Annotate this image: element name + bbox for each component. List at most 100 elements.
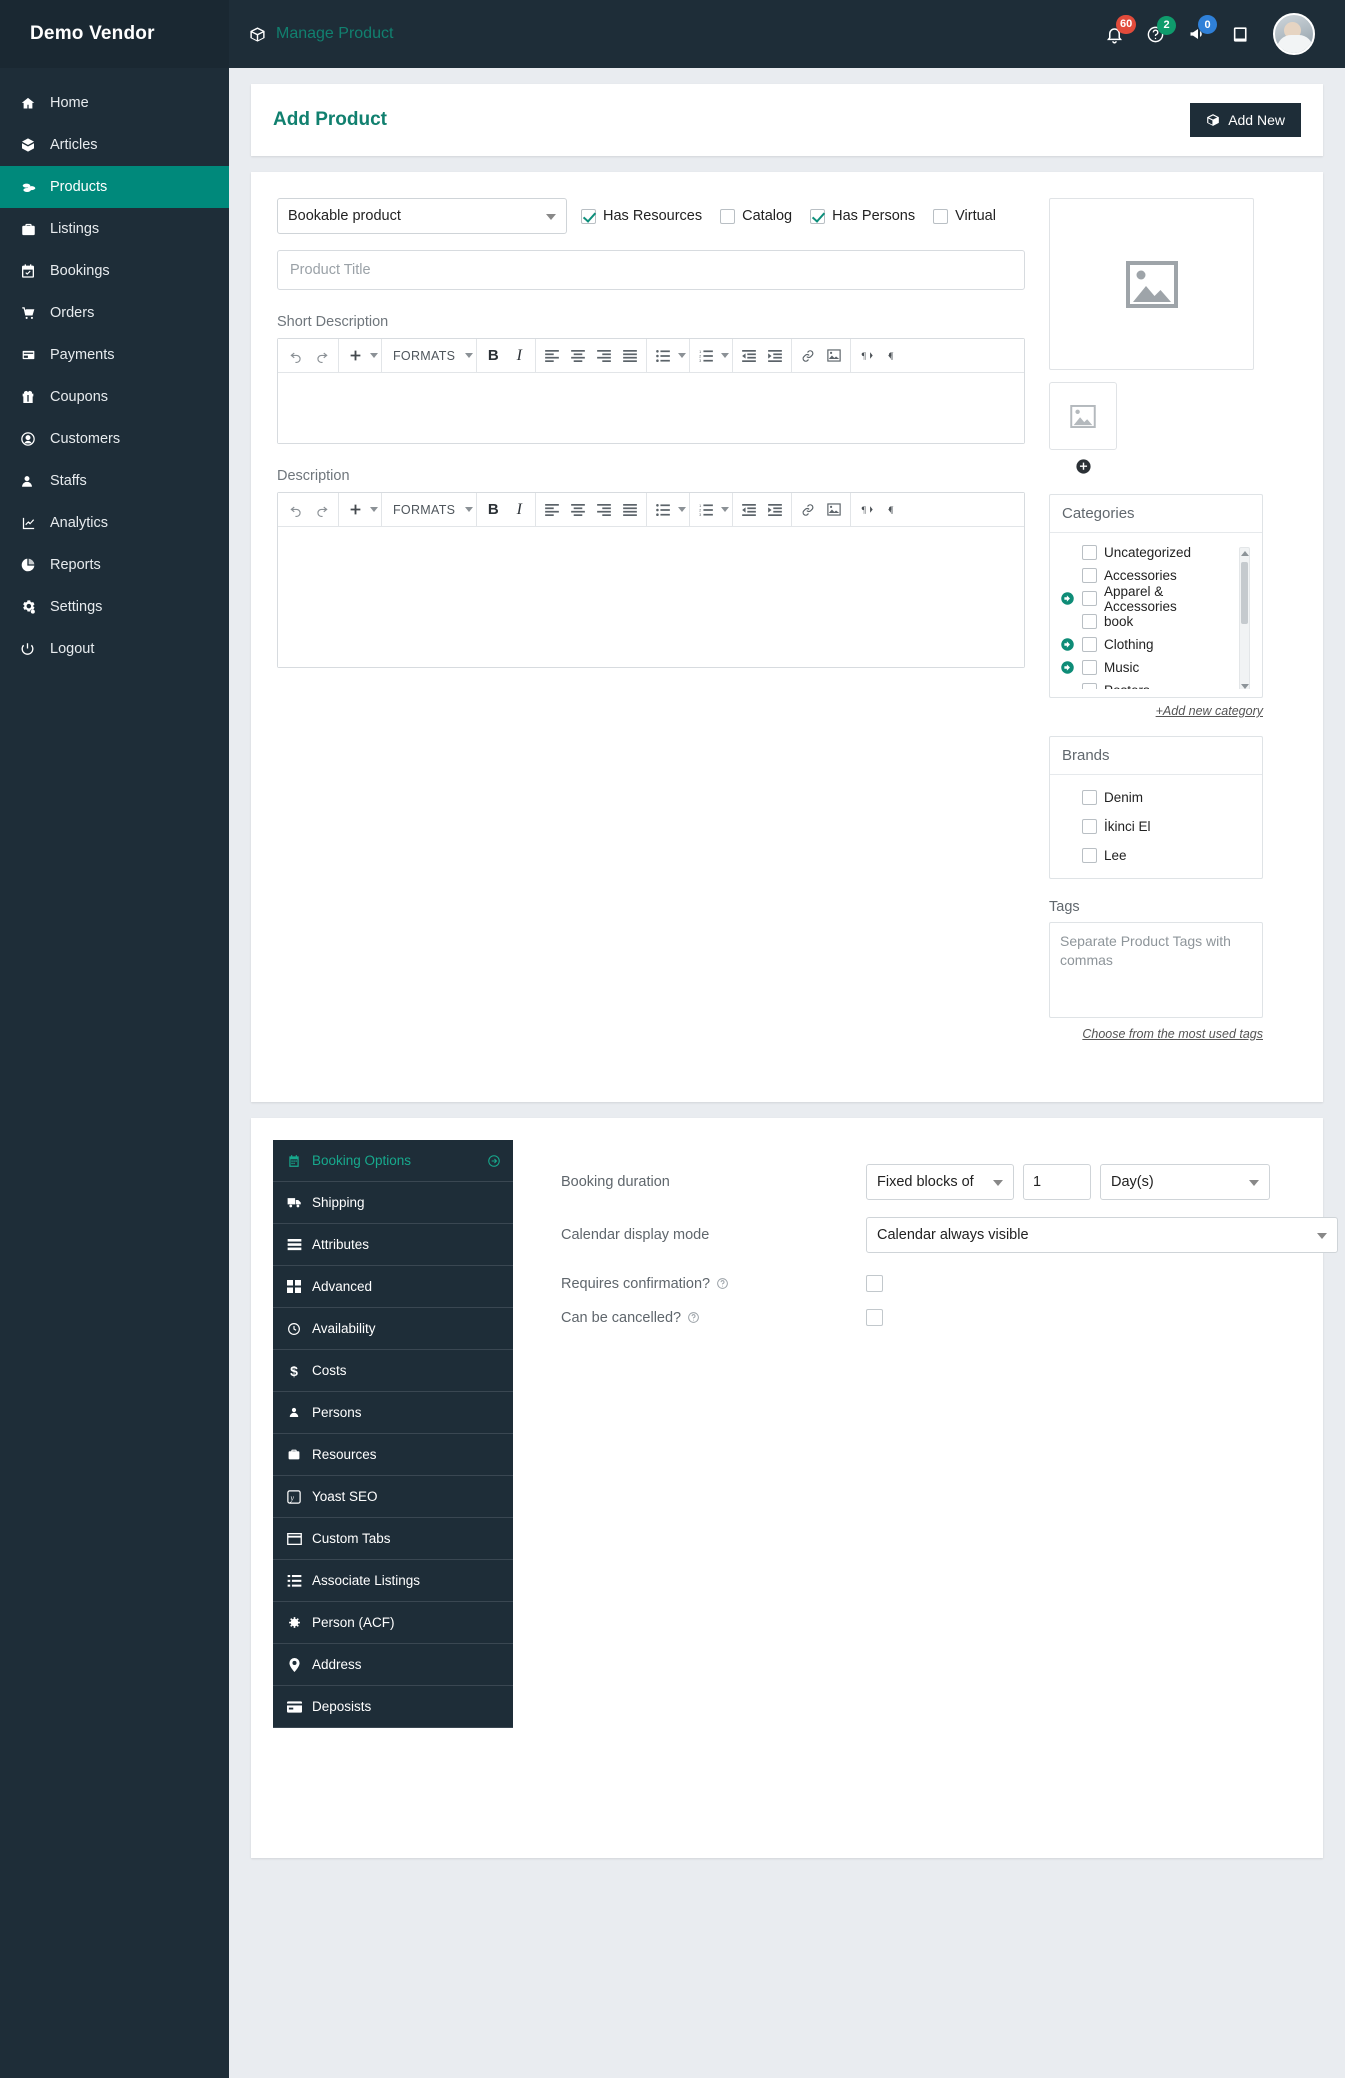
category-item[interactable]: Posters [1060, 679, 1238, 689]
brand-logo[interactable]: Demo Vendor [0, 0, 229, 68]
notifications-button[interactable]: 60 [1105, 14, 1137, 45]
tab-deposists[interactable]: Deposists [273, 1686, 513, 1728]
indent-icon[interactable] [762, 342, 788, 370]
most-used-tags-link[interactable]: Choose from the most used tags [1049, 1027, 1263, 1041]
duration-unit-select[interactable]: Day(s) [1100, 1164, 1270, 1200]
duration-mode-select[interactable]: Fixed blocks of [866, 1164, 1014, 1200]
brand-item[interactable]: Denim [1060, 783, 1252, 812]
outdent-icon[interactable] [736, 342, 762, 370]
add-new-button[interactable]: Add New [1190, 103, 1301, 137]
chevron-down-icon[interactable] [678, 507, 687, 512]
short-description-textarea[interactable] [278, 373, 1024, 443]
description-editor[interactable]: FORMATS B I 1 2 3 ¶ ¶ [277, 492, 1025, 668]
checkbox-box[interactable] [1082, 568, 1097, 583]
align-center-icon[interactable] [565, 342, 591, 370]
avatar[interactable] [1273, 13, 1315, 55]
duration-amount-input[interactable] [1023, 1164, 1091, 1200]
paragraph-ltr-icon[interactable]: ¶ [854, 496, 880, 524]
question-circle-icon[interactable] [716, 1277, 729, 1290]
checkbox-has-resources[interactable]: Has Resources [581, 208, 702, 224]
align-center-icon[interactable] [565, 496, 591, 524]
tags-input[interactable] [1049, 922, 1263, 1018]
brand-item[interactable]: Lee [1060, 841, 1252, 870]
redo-icon[interactable] [309, 496, 335, 524]
announcements-button[interactable]: 0 [1187, 15, 1217, 44]
image-icon[interactable] [821, 342, 847, 370]
redo-icon[interactable] [309, 342, 335, 370]
tab-resources[interactable]: Resources [273, 1434, 513, 1476]
bold-button[interactable]: B [480, 496, 506, 524]
sidebar-item-home[interactable]: Home [0, 82, 229, 124]
sidebar-item-logout[interactable]: Logout [0, 628, 229, 670]
tab-booking-options[interactable]: Booking Options [273, 1140, 513, 1182]
tab-associate-listings[interactable]: Associate Listings [273, 1560, 513, 1602]
checkbox-box[interactable] [1082, 614, 1097, 629]
numbered-list-icon[interactable]: 123 [693, 496, 719, 524]
requires-confirmation-checkbox[interactable] [866, 1275, 883, 1292]
description-textarea[interactable] [278, 527, 1024, 667]
sidebar-item-staffs[interactable]: Staffs [0, 460, 229, 502]
chevron-down-icon[interactable] [465, 353, 474, 358]
sidebar-item-articles[interactable]: Articles [0, 124, 229, 166]
link-icon[interactable] [795, 342, 821, 370]
scroll-down-icon[interactable] [1241, 684, 1249, 689]
bullet-list-icon[interactable] [650, 342, 676, 370]
categories-scrollbar[interactable] [1239, 547, 1250, 689]
checkbox-catalog[interactable]: Catalog [720, 208, 792, 224]
link-icon[interactable] [795, 496, 821, 524]
tab-attributes[interactable]: Attributes [273, 1224, 513, 1266]
product-type-select[interactable]: Bookable product [277, 198, 567, 234]
product-title-input[interactable] [277, 250, 1025, 290]
add-new-category-link[interactable]: +Add new category [1049, 704, 1263, 718]
gallery-thumbnail[interactable] [1049, 382, 1117, 450]
tab-shipping[interactable]: Shipping [273, 1182, 513, 1224]
tab-yoast-seo[interactable]: y Yoast SEO [273, 1476, 513, 1518]
italic-button[interactable]: I [506, 342, 532, 370]
checkbox-box[interactable] [1082, 660, 1097, 675]
sidebar-item-customers[interactable]: Customers [0, 418, 229, 460]
paragraph-rtl-icon[interactable]: ¶ [880, 342, 906, 370]
brand-item[interactable]: İkinci El [1060, 812, 1252, 841]
scroll-up-icon[interactable] [1241, 551, 1249, 556]
category-item[interactable]: Clothing [1060, 633, 1238, 656]
checkbox-box[interactable] [1082, 819, 1097, 834]
align-left-icon[interactable] [539, 342, 565, 370]
book-icon[interactable] [1231, 25, 1251, 44]
chevron-down-icon[interactable] [678, 353, 687, 358]
image-icon[interactable] [821, 496, 847, 524]
undo-icon[interactable] [283, 342, 309, 370]
sidebar-item-listings[interactable]: Listings [0, 208, 229, 250]
sidebar-item-analytics[interactable]: Analytics [0, 502, 229, 544]
plus-icon[interactable] [342, 342, 368, 370]
numbered-list-icon[interactable]: 123 [693, 342, 719, 370]
checkbox-has-persons[interactable]: Has Persons [810, 208, 915, 224]
sidebar-item-orders[interactable]: Orders [0, 292, 229, 334]
tab-persons[interactable]: Persons [273, 1392, 513, 1434]
tab-advanced[interactable]: Advanced [273, 1266, 513, 1308]
bullet-list-icon[interactable] [650, 496, 676, 524]
add-gallery-image-button[interactable] [1075, 458, 1093, 476]
category-item[interactable]: Music [1060, 656, 1238, 679]
align-right-icon[interactable] [591, 496, 617, 524]
help-button[interactable]: 2 [1146, 15, 1176, 44]
chevron-down-icon[interactable] [721, 507, 730, 512]
align-right-icon[interactable] [591, 342, 617, 370]
checkbox-box[interactable] [1082, 848, 1097, 863]
checkbox-box[interactable] [1082, 683, 1097, 689]
short-description-editor[interactable]: FORMATS B I 1 2 3 ¶ ¶ [277, 338, 1025, 444]
checkbox-box[interactable] [1082, 591, 1097, 606]
checkbox-box[interactable] [1082, 637, 1097, 652]
undo-icon[interactable] [283, 496, 309, 524]
calendar-display-select[interactable]: Calendar always visible [866, 1217, 1338, 1253]
tab-custom-tabs[interactable]: Custom Tabs [273, 1518, 513, 1560]
checkbox-virtual[interactable]: Virtual [933, 208, 996, 224]
category-item[interactable]: Uncategorized [1060, 541, 1238, 564]
align-justify-icon[interactable] [617, 342, 643, 370]
tab-person-acf[interactable]: Person (ACF) [273, 1602, 513, 1644]
scrollbar-thumb[interactable] [1241, 562, 1248, 624]
chevron-down-icon[interactable] [370, 353, 378, 358]
category-item[interactable]: Apparel & Accessories [1060, 584, 1238, 614]
tab-availability[interactable]: Availability [273, 1308, 513, 1350]
chevron-down-icon[interactable] [465, 507, 474, 512]
align-justify-icon[interactable] [617, 496, 643, 524]
